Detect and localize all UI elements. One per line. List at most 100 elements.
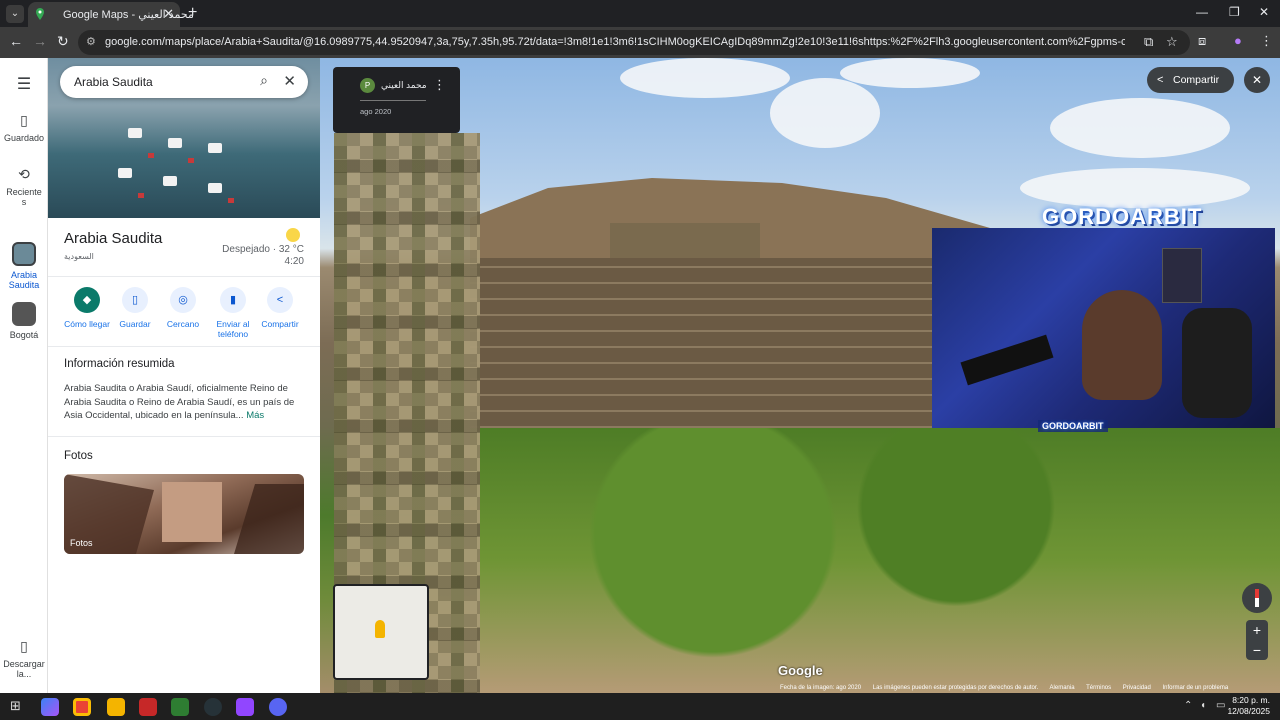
copilot-icon[interactable] [41, 698, 59, 716]
forward-icon[interactable]: → [33, 33, 47, 49]
twitch-icon[interactable] [236, 698, 254, 716]
recent-place-saudi-arabia[interactable]: Arabia Saudita [0, 242, 48, 290]
save-button[interactable]: ▯ Guardar [110, 287, 160, 329]
share-icon: < [267, 287, 293, 313]
menu-hamburger-button[interactable]: ☰ [0, 74, 48, 98]
zoom-in-button[interactable]: + [1246, 620, 1268, 640]
weather-condition: Despejado · 32 °C [222, 244, 304, 255]
webcam-overlay [932, 228, 1275, 428]
privacy-link[interactable]: Privacidad [1123, 685, 1151, 691]
site-info-icon[interactable]: ⚙ [86, 35, 96, 48]
reload-icon[interactable]: ↻ [57, 33, 69, 50]
browser-tab-google-maps[interactable]: Google Maps - محمد العيني ✕ [28, 2, 194, 27]
street-view-canvas[interactable]: P محمد العيني ⋮ ago 2020 < Compartir ✕ +… [320, 58, 1280, 693]
nearby-button[interactable]: ◎ Cercano [158, 287, 208, 329]
cloud-shape [840, 58, 980, 88]
table-shape [168, 138, 182, 148]
close-street-view-button[interactable]: ✕ [1244, 67, 1270, 93]
search-icon[interactable]: ⌕ [260, 72, 268, 89]
recent-place-bogota[interactable]: Bogotá [0, 302, 48, 340]
photo-author-card[interactable]: P محمد العيني ⋮ ago 2020 [333, 67, 460, 133]
windows-start-icon[interactable]: ⊞ [10, 698, 21, 714]
sunny-weather-icon [286, 228, 300, 242]
mini-map[interactable] [333, 584, 429, 680]
place1-label: Arabia Saudita [8, 270, 40, 290]
send-to-phone-button[interactable]: ▮ Enviar al teléfono [208, 287, 258, 339]
share-button[interactable]: < Compartir [255, 287, 305, 329]
volume-icon[interactable]: ◖ [1200, 700, 1206, 711]
window-close-icon[interactable]: ✕ [1259, 5, 1269, 19]
terms-link[interactable]: Términos [1086, 685, 1111, 691]
rock-shape [234, 484, 304, 554]
summary-text: Arabia Saudita o Arabia Saudí, oficialme… [64, 382, 308, 423]
google-logo: Google [778, 663, 823, 678]
tray-chevron-icon[interactable]: ⌃ [1184, 700, 1192, 711]
maps-left-rail: ☰ ▯ Guardado ⟲ Recientes Arabia Saudita … [0, 58, 48, 693]
image-date: Fecha de la imagen: ago 2020 [780, 685, 862, 691]
profile-icon[interactable]: ● [1234, 33, 1242, 48]
report-problem-link[interactable]: Informar de un problema [1162, 685, 1228, 691]
place-native-name: السعودية [64, 252, 94, 261]
overlay-title: GORDOARBIT [1042, 204, 1203, 229]
clock-date: 12/08/2025 [1227, 706, 1270, 716]
search-input[interactable]: Arabia Saudita [74, 75, 153, 89]
system-clock[interactable]: 8:20 p. m. 12/08/2025 [1227, 695, 1270, 717]
menu-icon[interactable]: ⋮ [1260, 33, 1273, 49]
saved-button[interactable]: ▯ Guardado [0, 112, 48, 143]
place-title: Arabia Saudita [64, 230, 163, 247]
country-link[interactable]: Alemania [1050, 685, 1075, 691]
chrome-icon[interactable] [73, 698, 91, 716]
street-view-share-button[interactable]: < Compartir [1147, 67, 1234, 93]
download-app-button[interactable]: ▯ Descargar la... [0, 638, 48, 679]
author-name[interactable]: محمد العيني [381, 80, 427, 91]
open-in-app-icon[interactable]: ⧉ [1144, 34, 1153, 50]
back-icon[interactable]: ← [9, 33, 23, 49]
chair-shape [148, 153, 154, 158]
place2-label: Bogotá [9, 330, 39, 340]
compass-icon[interactable] [1242, 583, 1272, 613]
divider [48, 346, 320, 347]
file-explorer-icon[interactable] [107, 698, 125, 716]
zoom-out-button[interactable]: − [1246, 640, 1268, 660]
recents-label: Recientes [6, 187, 42, 207]
cloud-shape [620, 58, 790, 98]
discord-icon[interactable] [269, 698, 287, 716]
saved-label: Guardado [3, 133, 45, 143]
zoom-control: + − [1246, 620, 1268, 660]
tab-title: Google Maps - محمد العيني [63, 9, 194, 21]
place-thumbnail [12, 242, 36, 266]
table-shape [163, 176, 177, 186]
more-options-icon[interactable]: ⋮ [433, 77, 446, 93]
send-to-phone-label: Enviar al teléfono [216, 319, 250, 339]
maps-favicon-icon [36, 8, 44, 20]
restore-icon[interactable]: ❐ [1229, 5, 1240, 19]
summary-heading: Información resumida [64, 358, 175, 370]
phone-icon: ▮ [220, 287, 246, 313]
url-text[interactable]: google.com/maps/place/Arabia+Saudita/@16… [105, 36, 1125, 48]
directions-button[interactable]: ◆ Cómo llegar [62, 287, 112, 329]
recents-button[interactable]: ⟲ Recientes [0, 166, 48, 207]
microphone-shape [960, 334, 1054, 386]
app-icon[interactable] [139, 698, 157, 716]
tab-search-button[interactable]: ⌄ [6, 5, 24, 23]
bookmark-star-icon[interactable]: ☆ [1166, 34, 1178, 50]
new-tab-button[interactable]: + [188, 4, 197, 22]
address-bar[interactable]: ⚙ google.com/maps/place/Arabia+Saudita/@… [78, 30, 1190, 55]
chair-shape [188, 158, 194, 163]
table-shape [128, 128, 142, 138]
download-label: Descargar la... [3, 659, 45, 679]
minimize-icon[interactable]: — [1196, 5, 1208, 19]
clear-search-icon[interactable]: ✕ [283, 72, 296, 90]
tab-close-icon[interactable]: ✕ [163, 6, 174, 22]
app-icon[interactable] [171, 698, 189, 716]
obs-icon[interactable] [204, 698, 222, 716]
more-link[interactable]: Más [246, 410, 264, 421]
bookmark-icon: ▯ [122, 287, 148, 313]
photos-thumbnail[interactable]: Fotos [64, 474, 304, 554]
extensions-icon[interactable]: ⧈ [1198, 33, 1206, 49]
divider [360, 100, 426, 101]
search-box[interactable]: Arabia Saudita ⌕ ✕ [60, 66, 308, 98]
pegman-icon[interactable] [375, 620, 385, 638]
network-icon[interactable]: ▭ [1216, 700, 1225, 711]
share-label: Compartir [1173, 74, 1220, 86]
